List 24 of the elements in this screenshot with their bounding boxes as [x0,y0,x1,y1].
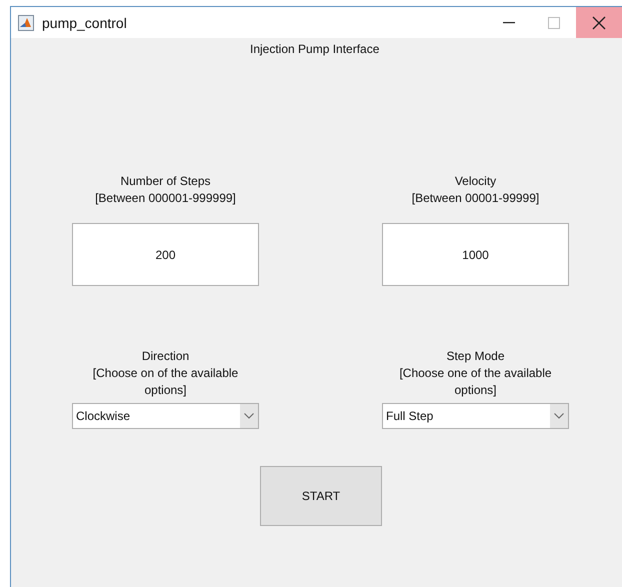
chevron-down-icon [554,413,564,419]
field-label: [Choose on of the available [92,365,238,382]
dropdown[interactable]: Full Step [382,403,569,429]
field-label: [Between 00001-99999] [412,190,540,207]
minimize-icon [503,22,515,24]
field-label: Step Mode [446,348,505,365]
field-label: [Choose one of the available [399,365,552,382]
field-label: options] [454,382,496,399]
input-field[interactable]: 1000 [382,223,569,286]
app-icon [18,14,34,30]
input-field[interactable]: 200 [72,223,259,286]
panel-title: Injection Pump Interface [250,42,380,56]
maximize-icon [548,16,560,28]
close-button[interactable] [576,7,622,38]
field-label: Number of Steps [120,173,211,190]
dropdown[interactable]: Clockwise [72,403,259,429]
start-button[interactable]: START [260,466,382,526]
close-icon [592,16,606,30]
field-label: options] [144,382,187,399]
field-label: Velocity [454,173,496,190]
field-label: [Between 000001-999999] [95,190,236,207]
chevron-down-icon [244,413,254,419]
window-title: pump_control [42,14,127,30]
field-label: Direction [142,348,190,365]
